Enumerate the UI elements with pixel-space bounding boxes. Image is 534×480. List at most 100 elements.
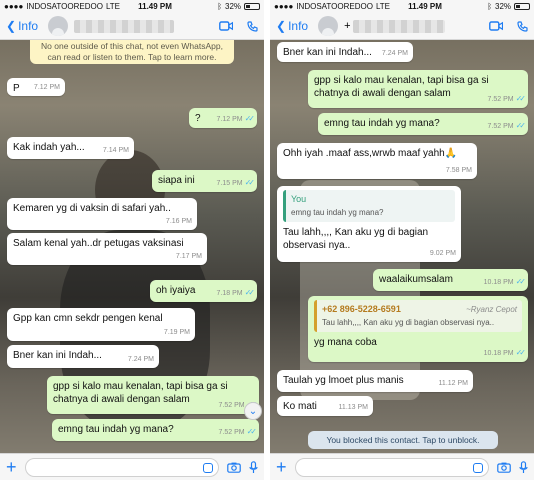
- battery-percent: 32%: [495, 2, 512, 11]
- message-bubble[interactable]: Kak indah yah... 7.14 PM: [7, 137, 134, 159]
- message-input[interactable]: [294, 457, 489, 477]
- camera-icon[interactable]: [497, 462, 511, 473]
- blocked-contact-banner[interactable]: You blocked this contact. Tap to unblock…: [308, 431, 498, 449]
- message-bubble[interactable]: P 7.12 PM: [7, 78, 65, 96]
- message-time: 7.18 PM: [216, 290, 243, 297]
- message-time: 7.16 PM: [165, 218, 192, 225]
- battery-icon: [244, 3, 261, 10]
- message-text: Salam kenal yah..dr petugas vaksinasi: [13, 238, 184, 249]
- message-bubble[interactable]: Bner kan ini Indah... 7.24 PM: [7, 345, 159, 368]
- chevron-down-icon: ⌄: [248, 405, 258, 417]
- message-time: 10.18 PM: [483, 350, 514, 357]
- message-time: 7.52 PM: [487, 96, 514, 103]
- phone-call-icon[interactable]: [517, 20, 528, 32]
- camera-icon[interactable]: [227, 462, 241, 473]
- message-time: 7.52 PM: [218, 402, 245, 409]
- avatar[interactable]: [48, 16, 69, 36]
- contact-name-redacted[interactable]: [352, 19, 445, 33]
- message-bubble[interactable]: gpp si kalo mau kenalan, tapi bisa ga si…: [47, 376, 259, 414]
- read-receipt-icon: ✓✓: [515, 348, 527, 357]
- input-bar: +: [0, 453, 264, 480]
- message-text: ?: [195, 113, 201, 124]
- message-text: Kemaren yg di vaksin di safari yah..: [13, 203, 171, 214]
- sticker-icon[interactable]: [203, 462, 213, 473]
- chevron-left-icon: ❮: [276, 19, 287, 33]
- read-receipt-icon: ✓✓: [515, 121, 527, 130]
- message-time: 7.19 PM: [163, 329, 190, 336]
- message-bubble[interactable]: ? 7.12 PM ✓✓: [189, 108, 257, 128]
- quote-sender-name: ~Ryanz Cepot: [466, 305, 517, 314]
- reply-message-bubble[interactable]: You emng tau indah yg mana? Tau lahh,,,,…: [277, 186, 461, 262]
- message-bubble[interactable]: emng tau indah yg mana? 7.52 PM ✓✓: [52, 419, 259, 441]
- message-text: Gpp kan cmn sekdr pengen kenal: [13, 313, 163, 324]
- message-time: 7.58 PM: [445, 167, 472, 174]
- quote-phone-number: +62 896-5228-6591: [322, 304, 401, 314]
- quoted-message[interactable]: You emng tau indah yg mana?: [283, 190, 455, 222]
- back-button[interactable]: ❮ Info: [276, 19, 308, 33]
- message-time: 7.14 PM: [102, 147, 129, 154]
- status-time: 11.49 PM: [408, 2, 442, 11]
- video-call-icon[interactable]: [219, 21, 233, 31]
- message-text: siapa ini: [158, 175, 195, 186]
- input-bar: +: [270, 453, 534, 480]
- message-text: gpp si kalo mau kenalan, tapi bisa ga si…: [53, 381, 228, 405]
- sticker-icon[interactable]: [473, 462, 483, 473]
- back-label: Info: [18, 19, 39, 33]
- plus-icon[interactable]: +: [276, 458, 287, 476]
- status-bar: ●●●● INDOSATOOREDOO LTE 11.49 PM ᛒ 32%: [0, 0, 264, 13]
- quote-text: emng tau indah yg mana?: [291, 208, 384, 217]
- message-input[interactable]: [24, 457, 219, 477]
- avatar[interactable]: [318, 16, 339, 36]
- scroll-down-button[interactable]: ⌄: [244, 402, 262, 420]
- message-bubble[interactable]: Gpp kan cmn sekdr pengen kenal 7.19 PM: [7, 308, 195, 341]
- left-chat-screenshot: ●●●● INDOSATOOREDOO LTE 11.49 PM ᛒ 32% ❮ Inf…: [0, 0, 264, 480]
- message-bubble[interactable]: gpp si kalo mau kenalan, tapi bisa ga si…: [308, 70, 528, 108]
- quoted-message[interactable]: +62 896-5228-6591 ~Ryanz Cepot Tau lahh,,…: [314, 300, 522, 332]
- message-bubble[interactable]: Bner kan ini Indah... 7.24 PM: [277, 42, 413, 62]
- video-call-icon[interactable]: [489, 21, 503, 31]
- message-text: Ohh iyah .maaf ass,wrwb maaf yahh🙏: [283, 148, 458, 159]
- microphone-icon[interactable]: [519, 460, 528, 474]
- message-bubble[interactable]: Ohh iyah .maaf ass,wrwb maaf yahh🙏 7.58 P…: [277, 143, 477, 179]
- message-time: 9.02 PM: [429, 250, 456, 257]
- message-time: 10.18 PM: [483, 279, 514, 286]
- status-bar: ●●●● INDOSATOOREDOO LTE 11.49 PM ᛒ 32%: [270, 0, 534, 13]
- contact-name-redacted[interactable]: [74, 19, 175, 33]
- bluetooth-icon: ᛒ: [487, 2, 492, 11]
- message-bubble[interactable]: Ko mati 11.13 PM: [277, 396, 373, 416]
- quote-text: Tau lahh,,,, Kan aku yg di bagian observ…: [322, 318, 495, 327]
- carrier-name: INDOSATOOREDOO: [296, 2, 373, 11]
- message-text: P: [13, 83, 20, 94]
- message-bubble[interactable]: waalaikumsalam 10.18 PM ✓✓: [373, 269, 528, 291]
- message-text: Bner kan ini Indah...: [13, 350, 102, 361]
- quote-author: You: [291, 194, 307, 204]
- message-text: emng tau indah yg mana?: [58, 424, 174, 435]
- microphone-icon[interactable]: [249, 460, 258, 474]
- message-bubble[interactable]: oh iyaiya 7.18 PM ✓✓: [150, 280, 257, 302]
- message-time: 7.12 PM: [216, 116, 243, 123]
- read-receipt-icon: ✓✓: [244, 288, 256, 297]
- back-button[interactable]: ❮ Info: [6, 19, 38, 33]
- read-receipt-icon: ✓✓: [515, 94, 527, 103]
- message-bubble[interactable]: Salam kenal yah..dr petugas vaksinasi 7.1…: [7, 233, 207, 265]
- message-time: 7.12 PM: [33, 84, 60, 91]
- reply-message-bubble[interactable]: +62 896-5228-6591 ~Ryanz Cepot Tau lahh,,…: [308, 296, 528, 362]
- message-text: Taulah yg lmoet plus manis: [283, 375, 404, 386]
- message-text: Bner kan ini Indah...: [283, 47, 372, 58]
- phone-call-icon[interactable]: [247, 20, 258, 32]
- bluetooth-icon: ᛒ: [217, 2, 222, 11]
- message-bubble[interactable]: Kemaren yg di vaksin di safari yah.. 7.16…: [7, 198, 197, 230]
- message-bubble[interactable]: siapa ini 7.15 PM ✓✓: [152, 170, 257, 192]
- message-time: 7.15 PM: [216, 180, 243, 187]
- plus-icon[interactable]: +: [6, 458, 17, 476]
- read-receipt-icon: ✓✓: [244, 178, 256, 187]
- encryption-notice[interactable]: No one outside of this chat, not even Wh…: [30, 40, 234, 64]
- message-time: 11.13 PM: [338, 404, 368, 411]
- message-bubble[interactable]: Taulah yg lmoet plus manis 11.12 PM: [277, 370, 473, 392]
- message-text: gpp si kalo mau kenalan, tapi bisa ga si…: [314, 75, 489, 99]
- message-time: 11.12 PM: [438, 380, 468, 387]
- message-text: Kak indah yah...: [13, 142, 85, 153]
- message-bubble[interactable]: emng tau indah yg mana? 7.52 PM ✓✓: [318, 113, 528, 135]
- carrier-name: INDOSATOOREDOO: [26, 2, 103, 11]
- message-time: 7.24 PM: [127, 356, 154, 363]
